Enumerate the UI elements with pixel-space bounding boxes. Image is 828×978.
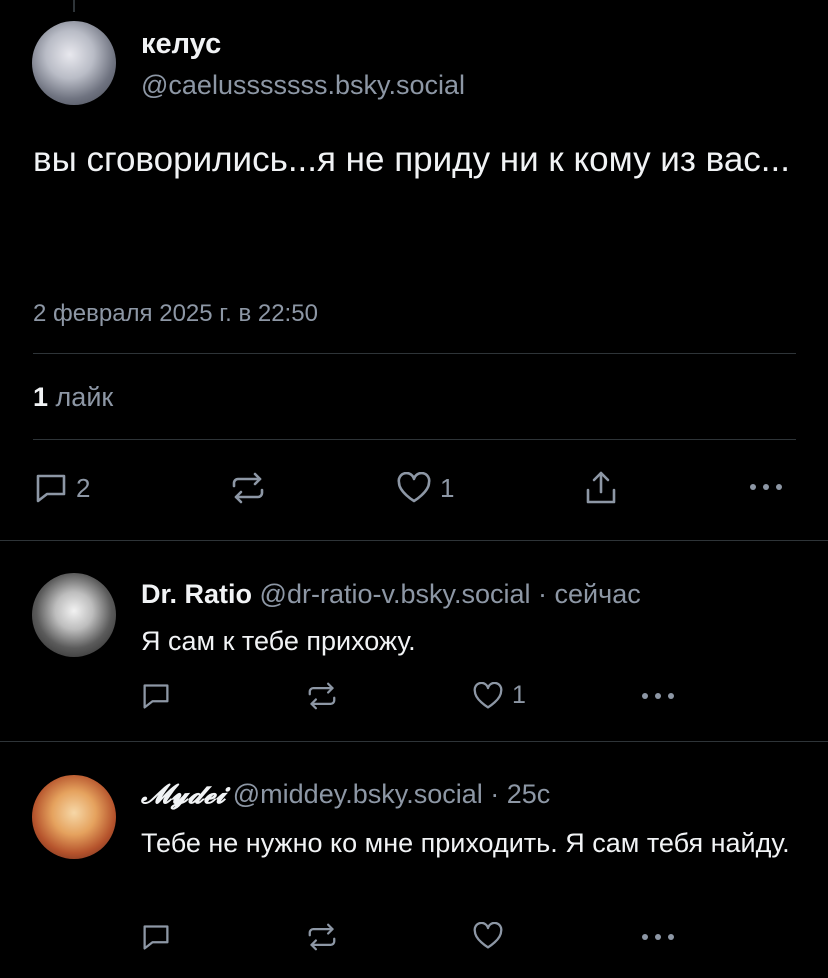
divider (33, 439, 796, 440)
reply-text: Я сам к тебе прихожу. (141, 626, 416, 656)
repost-button[interactable] (306, 682, 338, 710)
reply-icon (143, 684, 169, 709)
section-divider (0, 540, 828, 541)
like-button[interactable]: 1 (472, 681, 526, 710)
more-icon (642, 693, 674, 699)
repost-button[interactable] (230, 472, 266, 504)
more-button[interactable] (640, 930, 676, 944)
reply-icon (143, 925, 169, 950)
like-button[interactable]: 1 (396, 472, 454, 504)
section-divider (0, 741, 828, 742)
reply-text: Тебе не нужно ко мне приходить. Я сам те… (141, 828, 790, 858)
reply-avatar[interactable] (32, 775, 116, 859)
thread-line (73, 0, 75, 12)
more-icon (642, 934, 674, 940)
like-icon (397, 472, 431, 503)
repost-icon (308, 682, 336, 710)
author-handle[interactable]: @caelusssssss.bsky.social (141, 70, 465, 101)
repost-icon (308, 923, 336, 951)
reply-handle[interactable]: @middey.bsky.social (233, 779, 483, 809)
share-icon (586, 471, 616, 504)
reply-time: · 25с (490, 779, 551, 809)
more-button[interactable] (640, 689, 676, 703)
reply-count: 2 (76, 472, 91, 503)
likes-summary[interactable]: 1 лайк (33, 382, 113, 413)
reply-button[interactable] (140, 682, 172, 710)
likes-count: 1 (33, 382, 49, 412)
reply-avatar[interactable] (32, 573, 116, 657)
reply-author-name[interactable]: Dr. Ratio (141, 579, 252, 609)
like-count: 1 (512, 681, 526, 709)
like-button[interactable] (472, 922, 504, 950)
reply-header: 𝓜𝔂𝓭𝓮𝓲 @middey.bsky.social · 25с (141, 779, 550, 811)
likes-label: лайк (55, 382, 114, 412)
like-icon (473, 922, 503, 949)
divider (33, 353, 796, 354)
repost-button[interactable] (306, 923, 338, 951)
post-date: 2 февраля 2025 г. в 22:50 (33, 300, 318, 327)
reply-author-name[interactable]: 𝓜𝔂𝓭𝓮𝓲 (141, 779, 225, 810)
share-button[interactable] (584, 470, 618, 506)
reply-button[interactable]: 2 (34, 472, 90, 504)
more-button[interactable] (748, 480, 784, 494)
reply-icon (36, 474, 66, 503)
reply-time: · сейчас (538, 579, 641, 609)
post-text: вы сговорились...я не приду ни к кому из… (33, 140, 790, 179)
reply-header: Dr. Ratio @dr-ratio-v.bsky.social · сейч… (141, 579, 641, 610)
author-name[interactable]: келус (141, 28, 221, 61)
like-icon (473, 681, 503, 709)
more-icon (750, 484, 782, 490)
like-count: 1 (440, 472, 455, 503)
reply-button[interactable] (140, 923, 172, 951)
author-avatar[interactable] (32, 21, 116, 105)
repost-icon (232, 472, 264, 504)
reply-handle[interactable]: @dr-ratio-v.bsky.social (260, 579, 531, 609)
